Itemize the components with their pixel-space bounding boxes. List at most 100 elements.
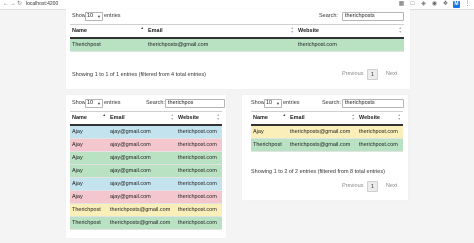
cell-name: Ajay bbox=[70, 151, 108, 165]
previous-button[interactable]: Previous bbox=[342, 181, 363, 192]
search-input[interactable]: therichposts bbox=[342, 99, 404, 108]
table-info: Showing 1 to 2 of 2 entries (filtered fr… bbox=[251, 169, 385, 175]
table-row: Ajay therichposts@gmail.com therichpost.co… bbox=[251, 125, 403, 139]
extension-icon[interactable]: ▦ bbox=[398, 1, 405, 8]
page-size-select[interactable]: 10 ▼ bbox=[85, 12, 103, 21]
data-table: Name ▲ Email ▲ ▼ Website ▲ ▼ Ajay therichposts… bbox=[251, 111, 403, 152]
table-row: Therichpost therichposts@gmail.com therich… bbox=[251, 138, 403, 152]
forward-icon[interactable]: → bbox=[10, 1, 16, 8]
next-button[interactable]: Next bbox=[386, 69, 397, 80]
puzzle-icon[interactable]: ❖ bbox=[442, 1, 449, 8]
sort-icon: ▲ ▼ bbox=[216, 113, 220, 121]
next-button[interactable]: Next bbox=[386, 181, 397, 192]
entries-label: entries bbox=[104, 13, 121, 19]
sort-icon: ▲ ▼ bbox=[398, 26, 402, 34]
menu-kebab-icon[interactable]: ⋮ bbox=[464, 1, 471, 8]
search-label: Search: bbox=[146, 100, 165, 106]
data-table: Name ▲ Email ▲ ▼ Website ▲ ▼ Ajay ajay@gmail.c… bbox=[70, 111, 222, 230]
sort-icon: ▲ ▼ bbox=[290, 26, 294, 34]
extension-icon[interactable]: ◈ bbox=[420, 1, 427, 8]
previous-button[interactable]: Previous bbox=[342, 69, 363, 80]
page-size-select[interactable]: 10 ▼ bbox=[85, 99, 103, 108]
sort-icon: ▲ ▼ bbox=[397, 113, 401, 121]
cell-email: ajay@gmail.com bbox=[108, 151, 176, 165]
reload-icon[interactable]: ↻ bbox=[17, 1, 22, 8]
table-row: Ajay ajay@gmail.com therichpost.com bbox=[70, 177, 222, 191]
search-input[interactable]: therichpos bbox=[165, 99, 225, 108]
cell-email: therichposts@gmail.com bbox=[288, 138, 357, 152]
show-label: Show bbox=[72, 13, 86, 19]
table-row: Ajay ajay@gmail.com therichpost.com bbox=[70, 190, 222, 204]
column-header-website[interactable]: Website ▲ ▼ bbox=[357, 111, 403, 126]
table-row: Therichpost therichposts@gmail.com therich… bbox=[70, 216, 222, 230]
cell-name: Ajay bbox=[70, 138, 108, 152]
show-label: Show bbox=[251, 100, 265, 106]
chevron-down-icon: ▼ bbox=[276, 101, 280, 106]
search-label: Search: bbox=[319, 13, 338, 19]
cell-email: ajay@gmail.com bbox=[108, 177, 176, 191]
search-label: Search: bbox=[322, 100, 341, 106]
cell-website: therichpost.com bbox=[357, 138, 403, 152]
cell-email: therichposts@gmail.com bbox=[108, 216, 176, 230]
chevron-down-icon: ▼ bbox=[97, 101, 101, 106]
cell-name: Ajay bbox=[70, 164, 108, 178]
cell-email: therichposts@gmail.com bbox=[288, 125, 357, 139]
show-label: Show bbox=[72, 100, 86, 106]
page-size-value: 10 bbox=[266, 100, 273, 106]
entries-label: entries bbox=[283, 100, 300, 106]
sort-icon: ▲ bbox=[102, 113, 106, 117]
cell-website: therichpost.com bbox=[176, 164, 222, 178]
column-header-website[interactable]: Website ▲ ▼ bbox=[296, 24, 404, 39]
cell-website: therichpost.com bbox=[176, 203, 222, 217]
address-bar[interactable]: localhost:4200 bbox=[26, 1, 58, 8]
chevron-down-icon: ▼ bbox=[97, 14, 101, 19]
cell-website: therichpost.com bbox=[176, 190, 222, 204]
search-input[interactable]: therichposts bbox=[342, 12, 404, 21]
cell-website: therichpost.com bbox=[176, 177, 222, 191]
cell-email: ajay@gmail.com bbox=[108, 190, 176, 204]
cell-email: ajay@gmail.com bbox=[108, 164, 176, 178]
cell-website: therichpost.com bbox=[176, 151, 222, 165]
cell-name: Ajay bbox=[70, 177, 108, 191]
cell-website: therichpost.com bbox=[176, 216, 222, 230]
column-header-website[interactable]: Website ▲ ▼ bbox=[176, 111, 222, 126]
column-header-name[interactable]: Name ▲ bbox=[70, 111, 108, 126]
datatable-card-1: Show 10 ▼ entries Search: therichposts N… bbox=[66, 9, 410, 89]
table-row: Therichpost therichposts@gmail.com therich… bbox=[70, 203, 222, 217]
datatable-card-2: Show 10 ▼ entries Search: therichpos Nam… bbox=[66, 95, 226, 238]
column-header-email[interactable]: Email ▲ ▼ bbox=[288, 111, 357, 126]
cell-website: therichpost.com bbox=[176, 138, 222, 152]
page-size-value: 10 bbox=[87, 100, 94, 106]
cell-website: therichpost.com bbox=[176, 125, 222, 139]
cell-email: ajay@gmail.com bbox=[108, 138, 176, 152]
page-size-select[interactable]: 10 ▼ bbox=[264, 99, 282, 108]
sort-icon: ▲ ▼ bbox=[170, 113, 174, 121]
sort-icon: ▲ bbox=[282, 113, 286, 117]
back-icon[interactable]: ← bbox=[3, 1, 9, 8]
table-row: Ajay ajay@gmail.com therichpost.com bbox=[70, 164, 222, 178]
extension-icon[interactable]: ◉ bbox=[431, 1, 438, 8]
table-info: Showing 1 to 1 of 1 entries (filtered fr… bbox=[72, 72, 206, 78]
profile-avatar[interactable]: M bbox=[453, 1, 460, 8]
cell-name: Ajay bbox=[70, 125, 108, 139]
column-header-name[interactable]: Name ▲ bbox=[70, 24, 146, 39]
page-size-value: 10 bbox=[87, 13, 94, 19]
cell-name: Therichpost bbox=[70, 216, 108, 230]
pagination: Previous 1 Next bbox=[338, 181, 404, 192]
sort-icon: ▲ ▼ bbox=[351, 113, 355, 121]
datatable-card-3: Show 10 ▼ entries Search: therichposts N… bbox=[242, 95, 408, 200]
page-1-button[interactable]: 1 bbox=[367, 69, 378, 80]
pagination: Previous 1 Next bbox=[338, 69, 406, 80]
table-row: Ajay ajay@gmail.com therichpost.com bbox=[70, 151, 222, 165]
sort-icon: ▲ bbox=[140, 26, 144, 30]
cell-name: Therichpost bbox=[70, 38, 146, 52]
table-row: Ajay ajay@gmail.com therichpost.com bbox=[70, 138, 222, 152]
page-1-button[interactable]: 1 bbox=[367, 181, 378, 192]
column-header-name[interactable]: Name ▲ bbox=[251, 111, 288, 126]
extension-icon[interactable]: □ bbox=[409, 1, 416, 8]
cell-name: Ajay bbox=[251, 125, 288, 139]
cell-website: therichpost.com bbox=[296, 38, 404, 52]
column-header-email[interactable]: Email ▲ ▼ bbox=[146, 24, 296, 39]
data-table: Name ▲ Email ▲ ▼ Website ▲ ▼ Therichpost theri… bbox=[70, 24, 404, 52]
column-header-email[interactable]: Email ▲ ▼ bbox=[108, 111, 176, 126]
